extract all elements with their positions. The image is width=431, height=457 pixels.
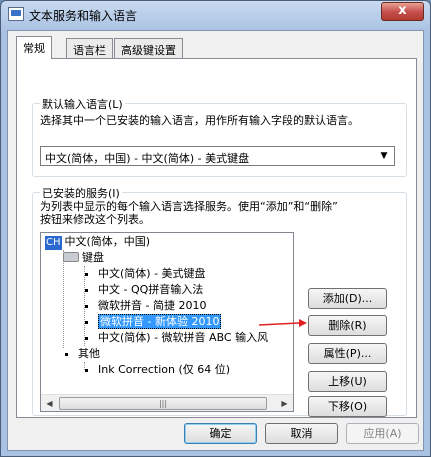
tree-language-label: 中文(简体，中国) [64,235,151,248]
window-title: 文本服务和输入语言 [29,9,138,23]
dropdown-selected-value: 中文(简体，中国) - 中文(简体) - 美式键盘 [45,152,250,165]
tree-item-keyboard-service[interactable]: 中文(简体) - 微软拼音 ABC 输入风 [98,330,268,346]
scroll-left-icon[interactable]: ◀ [41,395,58,411]
red-arrow-annotation [258,319,307,327]
close-button[interactable]: x [381,2,424,21]
tree-item-language[interactable]: CH 中文(简体，中国) [45,234,150,250]
horizontal-scrollbar[interactable]: ◀ ||| ▶ [41,394,293,411]
installed-services-description-line2: 按钮来修改这个列表。 [40,213,150,226]
tree-item-keyboard-service[interactable]: 中文 - QQ拼音输入法 [98,282,203,298]
tree-item-keyboard-service[interactable]: 中文(简体) - 美式键盘 [98,266,206,282]
default-language-description: 选择其中一个已安装的输入语言，用作所有输入字段的默认语言。 [40,114,359,127]
cancel-button[interactable]: 取消 [265,423,338,444]
tab-advanced-key-settings[interactable]: 高级键设置 [114,38,183,58]
tree-item-keyboard-service-selected[interactable]: 微软拼音 - 新体验 2010 [98,314,222,330]
tab-panel-general: 默认输入语言(L) 选择其中一个已安装的输入语言，用作所有输入字段的默认语言。 … [16,58,417,418]
ok-button[interactable]: 确定 [184,423,257,444]
tree-item-keyboard-service[interactable]: 微软拼音 - 简捷 2010 [98,298,206,314]
scroll-right-icon[interactable]: ▶ [276,395,293,411]
tab-language-bar[interactable]: 语言栏 [66,38,113,58]
chevron-down-icon: ▼ [380,151,388,161]
installed-services-tree[interactable]: CH 中文(简体，中国) 键盘 中文(简体) - 美式键盘 中文 - QQ拼音输入… [40,232,294,412]
tree-keyboard-label: 键盘 [82,251,104,264]
title-bar[interactable]: 文本服务和输入语言 x [1,1,430,29]
add-button[interactable]: 添加(D)... [308,288,387,309]
move-up-button[interactable]: 上移(U) [308,371,387,392]
dialog-window: 文本服务和输入语言 x 常规 语言栏 高级键设置 默认输入语言(L) 选择其中一… [0,0,431,457]
tree-item-other[interactable]: 其他 [78,346,100,362]
keyboard-app-icon [8,7,24,21]
installed-services-label: 已安装的服务(I) [40,185,122,201]
default-language-dropdown[interactable]: 中文(简体，中国) - 中文(简体) - 美式键盘 ▼ [40,146,395,166]
dialog-client-area: 常规 语言栏 高级键设置 默认输入语言(L) 选择其中一个已安装的输入语言，用作… [7,30,424,451]
tab-general[interactable]: 常规 [16,36,52,59]
bullet-icon [85,369,88,372]
language-badge: CH [45,236,62,250]
bullet-icon [85,321,88,324]
tree-item-other-service[interactable]: Ink Correction (仅 64 位) [98,362,230,378]
bullet-icon [85,337,88,340]
apply-button[interactable]: 应用(A) [346,423,419,444]
move-down-button[interactable]: 下移(O) [308,396,387,417]
properties-button[interactable]: 属性(P)... [308,343,387,364]
remove-button[interactable]: 删除(R) [308,315,387,336]
keyboard-icon [63,252,79,262]
installed-services-description-line1: 为列表中显示的每个输入语言选择服务。使用“添加”和“删除” [40,200,338,213]
bullet-icon [85,305,88,308]
bullet-icon [85,289,88,292]
bullet-icon [85,273,88,276]
default-language-label: 默认输入语言(L) [40,96,125,112]
scroll-thumb[interactable]: ||| [59,397,267,410]
bullet-icon [65,353,68,356]
tree-item-keyboard[interactable]: 键盘 [63,250,104,266]
